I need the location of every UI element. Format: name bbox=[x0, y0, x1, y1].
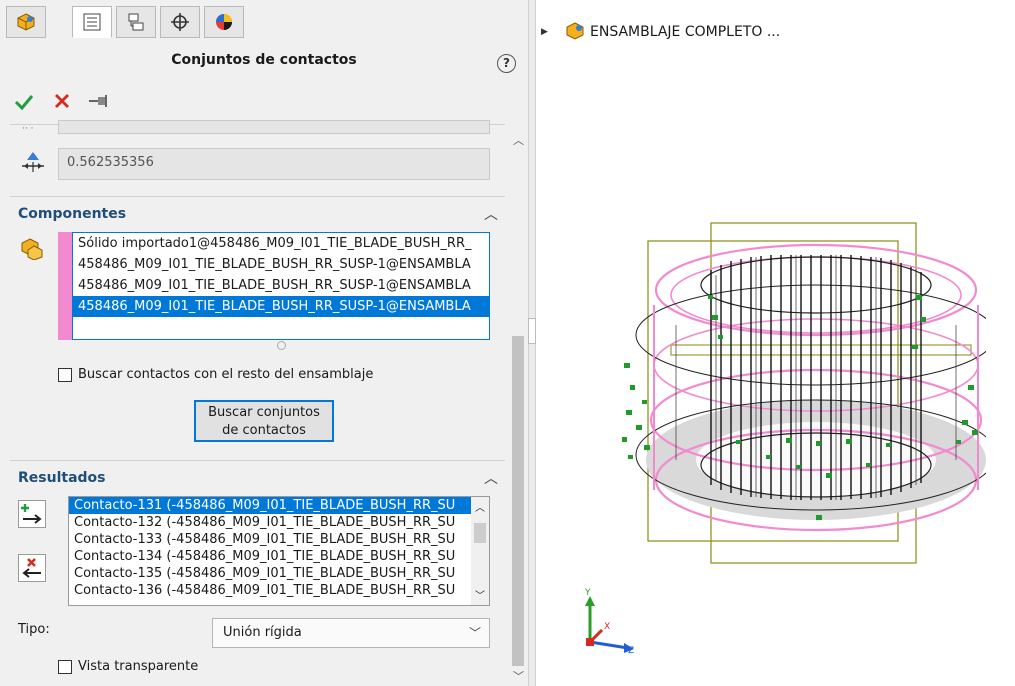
triad-y-label: Y bbox=[585, 588, 591, 598]
panel-scrollbar[interactable]: ︿ ﹀ bbox=[510, 128, 526, 686]
type-label: Tipo: bbox=[18, 622, 50, 637]
add-contact-button[interactable] bbox=[18, 500, 46, 528]
collapse-results-chevron-icon[interactable]: ︿ bbox=[484, 468, 498, 488]
results-listbox[interactable]: Contacto-131 (-458486_M09_I01_TIE_BLADE_… bbox=[68, 496, 490, 606]
transparent-view-checkbox[interactable] bbox=[58, 660, 72, 674]
dimxpert-icon bbox=[171, 13, 189, 31]
table-row[interactable]: Contacto-133 (-458486_M09_I01_TIE_BLADE_… bbox=[69, 531, 471, 548]
display-manager-icon bbox=[216, 14, 232, 30]
search-rest-checkbox[interactable] bbox=[58, 368, 72, 382]
transparent-view-label: Vista transparente bbox=[78, 659, 199, 674]
tab-configuration-manager[interactable] bbox=[116, 6, 156, 38]
button-label-line2: de contactos bbox=[222, 423, 306, 438]
triad-z-label: Z bbox=[628, 646, 635, 656]
panel-tab-bar bbox=[0, 0, 528, 44]
find-contact-sets-button[interactable]: Buscar conjuntos de contactos bbox=[194, 400, 334, 442]
triad-x-label: X bbox=[604, 622, 611, 632]
remove-contact-button[interactable] bbox=[18, 554, 46, 582]
ok-button[interactable] bbox=[14, 92, 34, 116]
help-icon[interactable]: ? bbox=[497, 54, 516, 73]
configuration-manager-icon bbox=[128, 13, 144, 31]
pushpin-icon bbox=[89, 95, 107, 107]
panel-scroll-down-icon[interactable]: ﹀ bbox=[513, 668, 524, 684]
type-select-value: Unión rígida bbox=[223, 625, 302, 640]
close-icon bbox=[55, 94, 69, 108]
tab-property-manager[interactable] bbox=[72, 6, 112, 38]
table-row[interactable]: Contacto-134 (-458486_M09_I01_TIE_BLADE_… bbox=[69, 548, 471, 565]
hidden-field-partial bbox=[58, 120, 490, 134]
tab-display-manager[interactable] bbox=[204, 6, 244, 38]
search-rest-label: Buscar contactos con el resto del ensamb… bbox=[78, 367, 374, 382]
list-item[interactable]: 458486_M09_I01_TIE_BLADE_BUSH_RR_SUSP-1@… bbox=[73, 254, 489, 275]
results-section-header[interactable]: Resultados bbox=[18, 470, 106, 486]
panel-scroll-thumb[interactable] bbox=[512, 336, 524, 666]
list-item[interactable]: 458486_M09_I01_TIE_BLADE_BUSH_RR_SUSP-1@… bbox=[73, 275, 489, 296]
distance-icon bbox=[20, 150, 46, 178]
list-item-selected[interactable]: 458486_M09_I01_TIE_BLADE_BUSH_RR_SUSP-1@… bbox=[73, 296, 489, 317]
table-row[interactable]: Contacto-135 (-458486_M09_I01_TIE_BLADE_… bbox=[69, 565, 471, 582]
button-label-line1: Buscar conjuntos bbox=[208, 405, 320, 420]
distance-field: 0.562535356 bbox=[58, 148, 490, 180]
feature-manager-icon bbox=[17, 13, 35, 31]
components-color-swatch bbox=[58, 232, 72, 340]
results-scrollbar[interactable]: ︿ ﹀ bbox=[471, 497, 489, 605]
scroll-thumb[interactable] bbox=[474, 523, 486, 543]
tab-dimxpert-manager[interactable] bbox=[160, 6, 200, 38]
remove-arrow-icon bbox=[22, 558, 41, 578]
coordinate-triad-icon bbox=[585, 596, 634, 653]
components-listbox[interactable]: Sólido importado1@458486_M09_I01_TIE_BLA… bbox=[72, 232, 490, 340]
scroll-down-icon[interactable]: ﹀ bbox=[475, 587, 485, 602]
partial-icon: ·· · bbox=[22, 124, 34, 134]
splitter-handle[interactable] bbox=[528, 318, 536, 344]
panel-scroll-up-icon[interactable]: ︿ bbox=[513, 132, 524, 148]
assembly-icon bbox=[564, 20, 586, 46]
scroll-up-icon[interactable]: ︿ bbox=[475, 499, 485, 514]
checkmark-icon bbox=[14, 95, 34, 111]
table-row-selected[interactable]: Contacto-131 (-458486_M09_I01_TIE_BLADE_… bbox=[69, 497, 471, 514]
collapse-components-chevron-icon[interactable]: ︿ bbox=[484, 204, 498, 224]
section-divider bbox=[10, 196, 505, 197]
graphics-area[interactable]: ▶ ENSAMBLAJE COMPLETO ... Y X Z bbox=[536, 0, 1015, 686]
add-arrow-icon bbox=[21, 504, 42, 524]
chevron-down-icon: ﹀ bbox=[468, 626, 481, 640]
assembly-3d-model[interactable] bbox=[616, 215, 986, 565]
components-icon bbox=[20, 236, 44, 264]
type-select[interactable]: Unión rígida ﹀ bbox=[212, 618, 490, 648]
panel-splitter[interactable] bbox=[528, 0, 536, 686]
list-item[interactable]: Sólido importado1@458486_M09_I01_TIE_BLA… bbox=[73, 233, 489, 254]
property-manager-icon bbox=[83, 13, 101, 31]
table-row[interactable]: Contacto-136 (-458486_M09_I01_TIE_BLADE_… bbox=[69, 582, 471, 599]
panel-title: Conjuntos de contactos bbox=[171, 52, 357, 68]
pin-button[interactable] bbox=[88, 94, 110, 112]
cancel-button[interactable] bbox=[53, 92, 71, 114]
section-divider bbox=[10, 460, 505, 461]
property-manager-panel: Conjuntos de contactos ? ·· · 0.56253535… bbox=[0, 0, 528, 686]
resize-handle[interactable] bbox=[277, 341, 286, 350]
tab-feature-manager[interactable] bbox=[6, 6, 46, 38]
tree-root-label[interactable]: ENSAMBLAJE COMPLETO ... bbox=[590, 24, 780, 40]
table-row[interactable]: Contacto-132 (-458486_M09_I01_TIE_BLADE_… bbox=[69, 514, 471, 531]
expand-tree-icon[interactable]: ▶ bbox=[541, 27, 548, 37]
components-section-header[interactable]: Componentes bbox=[18, 206, 126, 222]
